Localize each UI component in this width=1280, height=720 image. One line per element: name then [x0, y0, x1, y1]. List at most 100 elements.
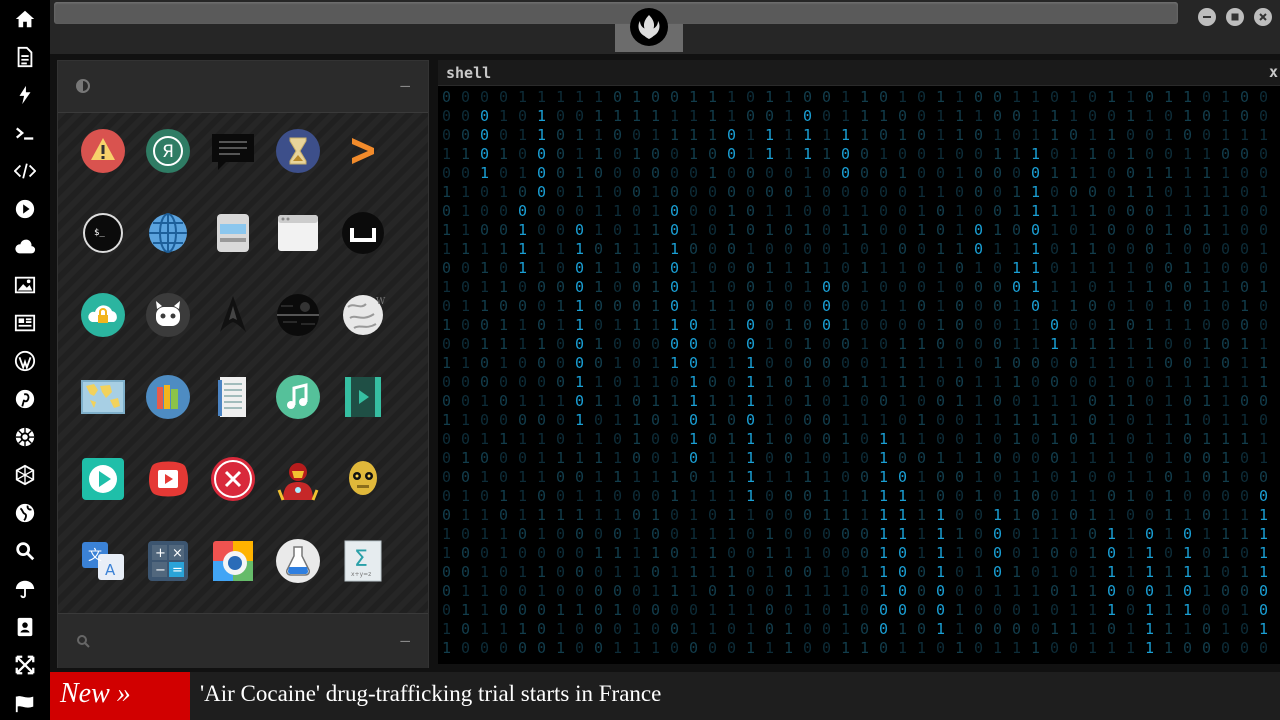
cloud-icon[interactable]	[0, 228, 50, 266]
svg-text:Σ: Σ	[354, 547, 368, 572]
matrix-column: 000111110111011110100001011000	[1202, 88, 1212, 657]
math-sigma-icon[interactable]: Σx+y=z	[340, 538, 386, 584]
news-icon[interactable]	[0, 304, 50, 342]
play-icon[interactable]	[0, 190, 50, 228]
close-icon[interactable]	[1254, 8, 1272, 26]
matrix-column: 111000110110010101000110010001	[860, 88, 870, 657]
minimize-icon[interactable]	[1198, 8, 1216, 26]
image-icon[interactable]	[0, 266, 50, 304]
globe-icon[interactable]	[0, 494, 50, 532]
close-circle-icon[interactable]	[210, 456, 256, 502]
hourglass-icon[interactable]	[275, 128, 321, 174]
matrix-column: 111101001111101000010011110010	[936, 88, 946, 657]
svg-text:A: A	[105, 561, 116, 579]
matrix-column: 111010000011101011011101110110	[708, 88, 718, 657]
home-icon[interactable]	[0, 0, 50, 38]
pinterest-icon[interactable]	[0, 380, 50, 418]
video-icon[interactable]	[340, 374, 386, 420]
address-bar[interactable]	[54, 2, 1178, 24]
theme-toggle-icon[interactable]	[76, 79, 90, 93]
bolt-icon[interactable]	[0, 76, 50, 114]
svg-text:文: 文	[88, 548, 102, 564]
calculator-icon[interactable]: + × − =	[145, 538, 191, 584]
search-icon[interactable]	[76, 634, 90, 648]
matrix-column: 111000111000100111110110001111	[841, 88, 851, 657]
matrix-column: 011001111111101110001010101001	[651, 88, 661, 657]
svg-text:+: +	[155, 546, 166, 561]
matrix-column: 001100011000001101000010001001	[993, 88, 1003, 657]
gear-network-icon[interactable]	[0, 418, 50, 456]
globe-mesh-icon[interactable]	[0, 456, 50, 494]
books-icon[interactable]	[145, 374, 191, 420]
video-player-icon[interactable]	[145, 456, 191, 502]
terminal-circle-icon[interactable]: $_	[80, 210, 126, 256]
matrix-column: 010101001010111000100101100010	[499, 88, 509, 657]
scanner-icon[interactable]	[210, 210, 256, 256]
search-icon[interactable]	[0, 532, 50, 570]
github-icon[interactable]	[145, 292, 191, 338]
world-map-icon[interactable]	[80, 374, 126, 420]
wordpress-icon[interactable]	[0, 342, 50, 380]
svg-text:−: −	[155, 563, 166, 578]
svg-text:x+y=z: x+y=z	[351, 571, 371, 578]
notebook-icon[interactable]	[210, 374, 256, 420]
matrix-column: 111000001100010010111011011000	[537, 88, 547, 657]
ticker-headline[interactable]: 'Air Cocaine' drug-trafficking trial sta…	[200, 681, 661, 707]
matrix-column: 110100011000100101101001110011	[632, 88, 642, 657]
sublime-icon[interactable]	[340, 128, 386, 174]
play-store-icon[interactable]	[80, 456, 126, 502]
matrix-column: 110111100100100101001010110110	[1183, 88, 1193, 657]
starfleet-icon[interactable]	[210, 292, 256, 338]
matrix-column: 010000101100101011011010110101	[613, 88, 623, 657]
yandex-icon[interactable]: Я	[145, 128, 191, 174]
expand-icon[interactable]	[0, 646, 50, 684]
matrix-column: 101111001001100101110110000100	[575, 88, 585, 657]
umbrella-icon[interactable]	[0, 570, 50, 608]
launcher-header: –	[58, 61, 428, 113]
terminal-icon[interactable]	[0, 114, 50, 152]
wikipedia-icon[interactable]: W	[340, 292, 386, 338]
photo-viewer-icon[interactable]	[210, 538, 256, 584]
matrix-column: 000101111001001001010110001100	[461, 88, 471, 657]
flag-icon[interactable]	[0, 684, 50, 720]
footer-minimize-button[interactable]: –	[400, 631, 410, 650]
matrix-column: 110101000111011010011101110011	[1126, 88, 1136, 657]
rebel-alliance-icon[interactable]	[630, 8, 668, 46]
cloud-lock-icon[interactable]	[80, 292, 126, 338]
matrix-column: 100000001001100010010010000111	[556, 88, 566, 657]
matrix-column: 000010001111010010101011011110	[480, 88, 490, 657]
matrix-column: 010100001101001101111111111000	[879, 88, 889, 657]
death-star-icon[interactable]	[275, 292, 321, 338]
dock	[0, 0, 50, 720]
matrix-rain: 000101011010101001000001100011 0001011110…	[438, 86, 1280, 664]
launcher-footer: –	[58, 613, 428, 668]
matrix-column: 001000000001011101100011010100	[1240, 88, 1250, 657]
matrix-column: 111101110110010110111110100000	[594, 88, 604, 657]
contacts-icon[interactable]	[0, 608, 50, 646]
shell-close-button[interactable]: x	[1269, 63, 1278, 81]
top-bar	[50, 0, 1280, 54]
translate-icon[interactable]: 文A	[80, 538, 126, 584]
maximize-icon[interactable]	[1226, 8, 1244, 26]
code-icon[interactable]	[0, 152, 50, 190]
music-icon[interactable]	[275, 374, 321, 420]
flask-icon[interactable]	[275, 538, 321, 584]
matrix-column: 010011000010111001101000110111	[1145, 88, 1155, 657]
matrix-column: 011010110011010011100011010010	[1050, 88, 1060, 657]
news-ticker: New » 'Air Cocaine' drug-trafficking tri…	[50, 672, 1280, 720]
document-icon[interactable]	[0, 38, 50, 76]
shell-titlebar: shell x	[438, 60, 1280, 86]
matrix-column: 001110111100011000110110111111	[1088, 88, 1098, 657]
c3po-icon[interactable]	[340, 456, 386, 502]
matrix-column: 001111010110010110011000101100	[803, 88, 813, 657]
globe-icon[interactable]	[145, 210, 191, 256]
matrix-column: 111100100100100000001000101011	[784, 88, 794, 657]
launcher-minimize-button[interactable]: –	[400, 76, 410, 95]
matrix-column: 010000000100000111111100010000	[974, 88, 984, 657]
svg-text:×: ×	[172, 546, 183, 561]
chat-icon[interactable]	[210, 128, 256, 174]
browser-window-icon[interactable]	[275, 210, 321, 256]
iron-man-icon[interactable]	[275, 456, 321, 502]
warning-icon[interactable]	[80, 128, 126, 174]
ubuntu-icon[interactable]	[340, 210, 386, 256]
